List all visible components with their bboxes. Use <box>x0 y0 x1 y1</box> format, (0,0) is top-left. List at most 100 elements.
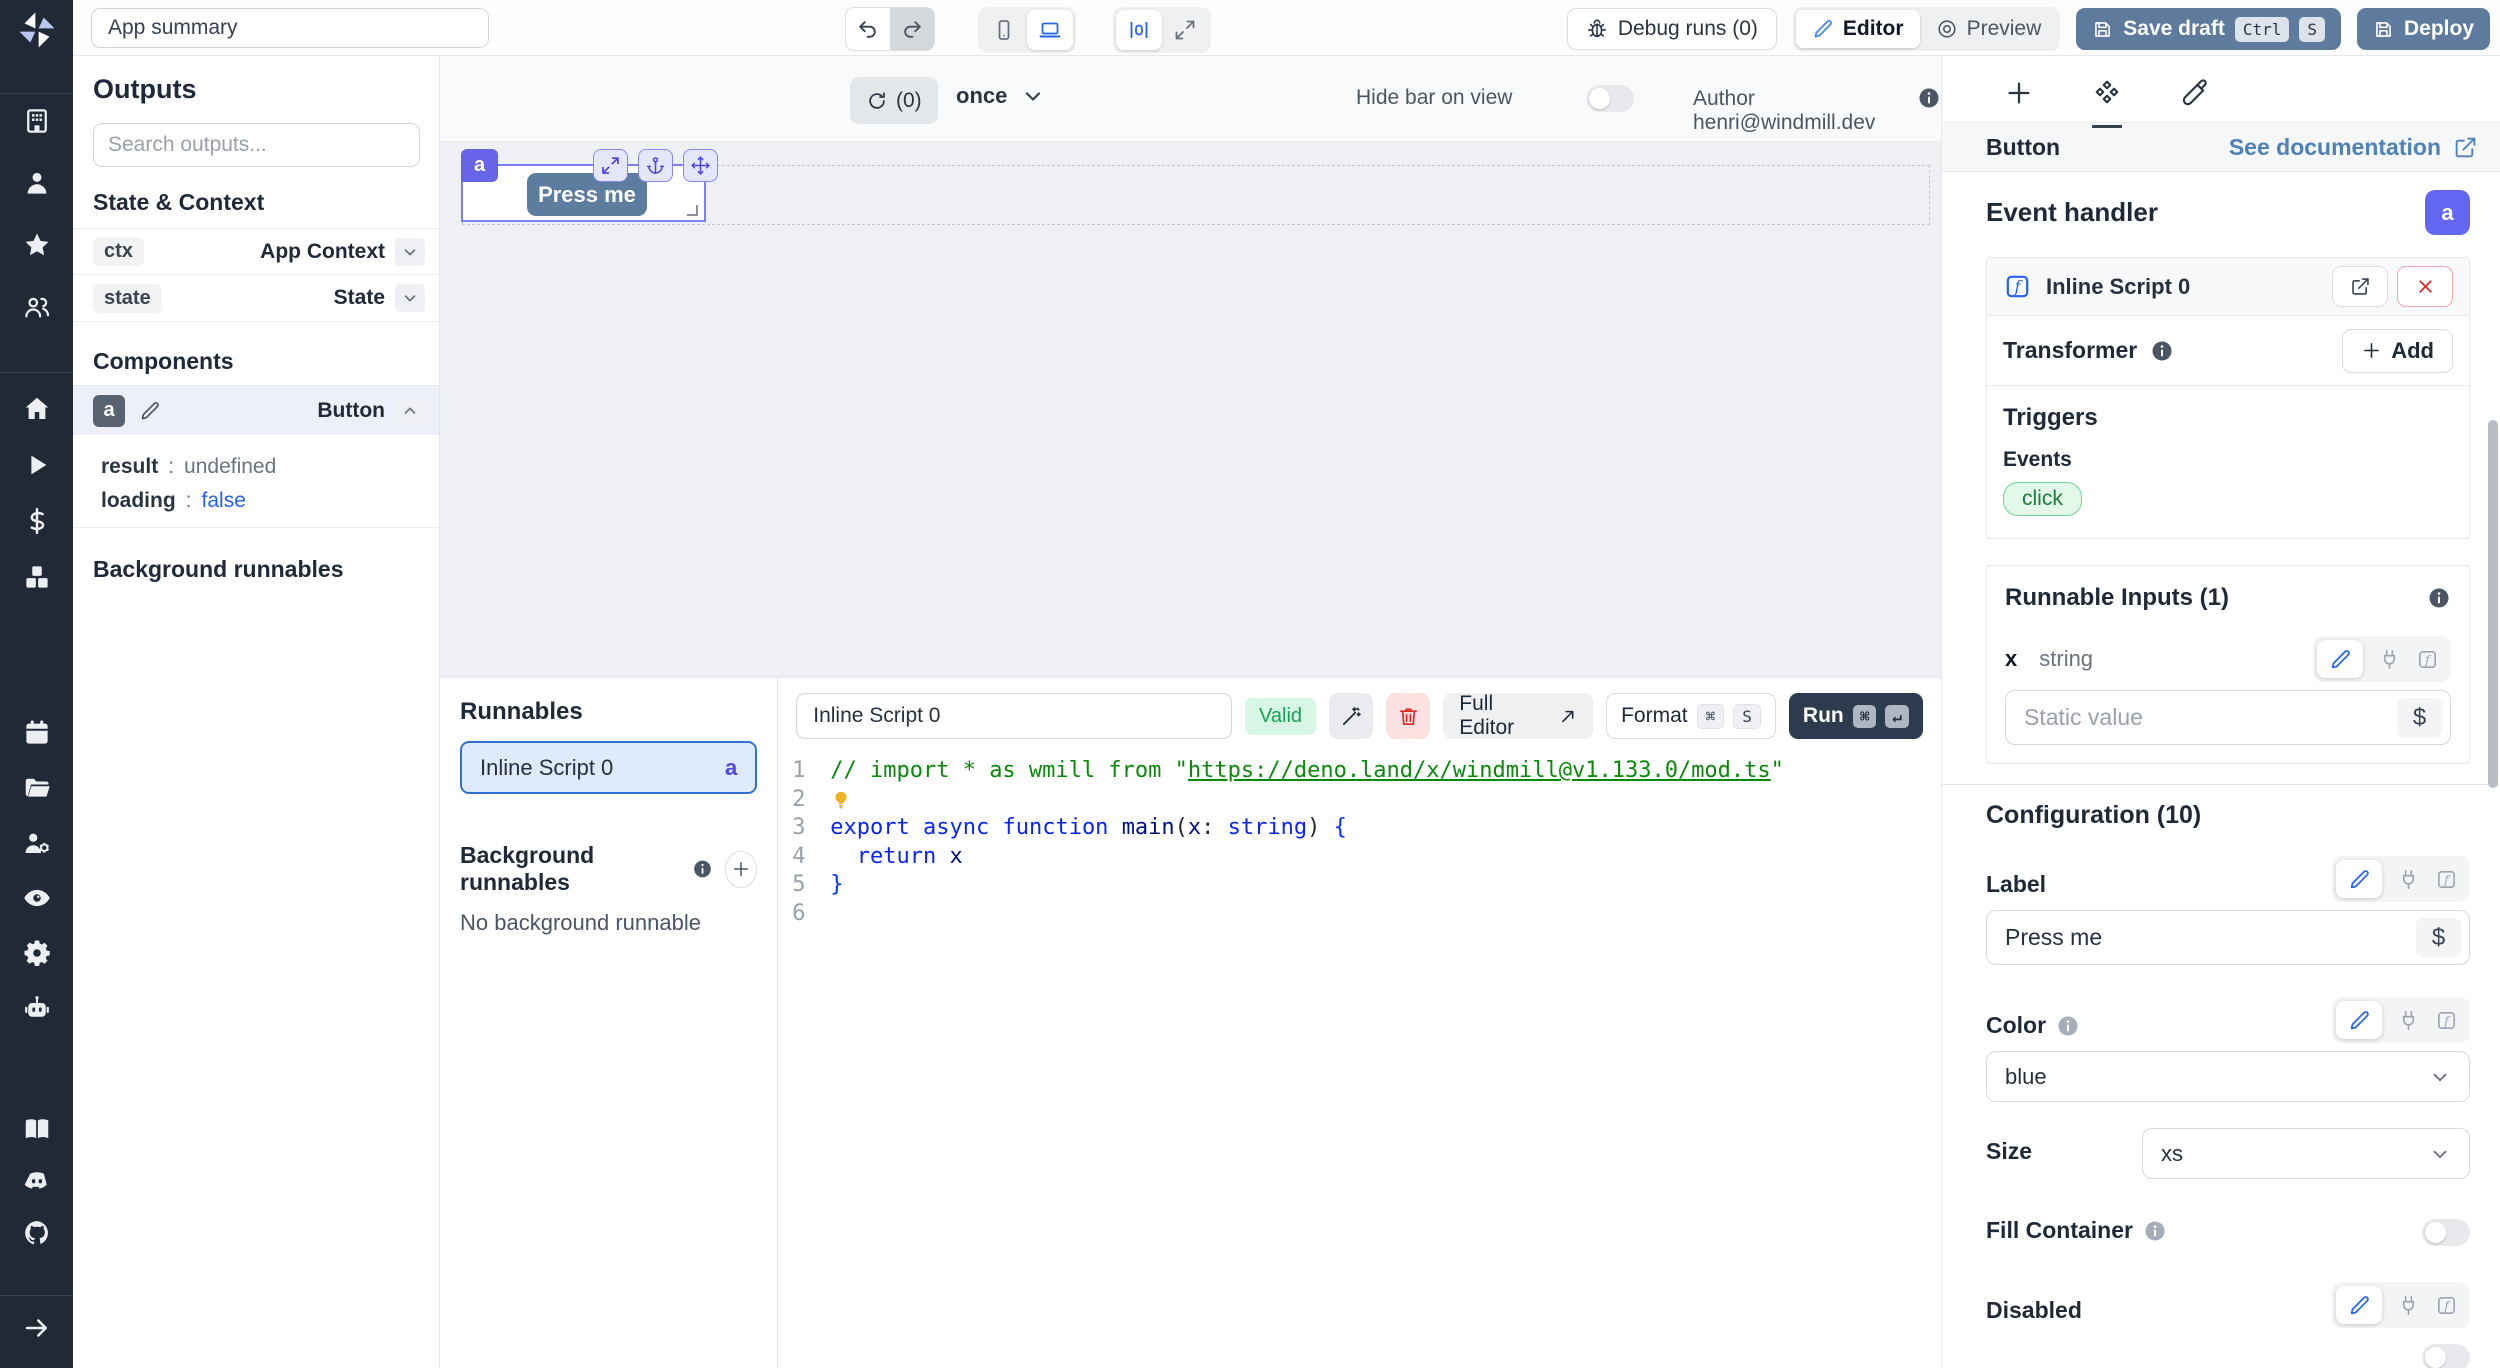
editor-preview-toggle: Editor Preview <box>1793 7 2060 51</box>
add-transformer-button[interactable]: Add <box>2342 329 2453 373</box>
fullscreen-button[interactable] <box>1162 10 1208 50</box>
app-summary-input[interactable] <box>91 8 489 48</box>
desktop-view-button[interactable] <box>1027 10 1073 50</box>
redo-button[interactable] <box>890 8 934 50</box>
format-button[interactable]: Format ⌘ S <box>1606 693 1776 739</box>
chevron-down-icon[interactable] <box>395 238 425 266</box>
tab-styling[interactable] <box>2180 78 2210 125</box>
info-icon[interactable] <box>692 857 713 881</box>
recompute-policy-dropdown[interactable]: once <box>956 83 1045 109</box>
connect-mode-button[interactable] <box>2397 1294 2420 1317</box>
center-align-button[interactable] <box>1116 10 1162 50</box>
discord-icon[interactable] <box>20 1164 54 1198</box>
refresh-button[interactable]: (0) <box>850 77 938 124</box>
expand-component-button[interactable] <box>593 149 628 182</box>
book-icon[interactable] <box>20 1112 54 1146</box>
color-config-group: Color f blue <box>1986 997 2470 1102</box>
remove-script-button[interactable] <box>2397 266 2453 307</box>
script-name-input[interactable] <box>796 693 1232 739</box>
app-canvas[interactable]: (0) once Hide bar on view Author henri@w… <box>440 56 1941 677</box>
template-dollar-button[interactable]: $ <box>2397 698 2442 737</box>
press-me-button[interactable]: Press me <box>527 173 647 216</box>
rename-component-icon[interactable] <box>139 400 161 422</box>
connect-mode-button[interactable] <box>2378 648 2401 671</box>
runnable-item-inline-script-0[interactable]: Inline Script 0 a <box>460 741 757 794</box>
add-background-runnable-button[interactable] <box>725 851 758 888</box>
home-icon[interactable] <box>20 392 54 426</box>
chevron-up-icon[interactable] <box>395 397 425 425</box>
mobile-view-button[interactable] <box>981 10 1027 50</box>
undo-button[interactable] <box>846 8 890 50</box>
windmill-logo-icon[interactable] <box>17 10 57 50</box>
see-documentation-link[interactable]: See documentation <box>2229 134 2478 161</box>
resize-handle[interactable] <box>687 205 698 216</box>
eye-icon[interactable] <box>20 881 54 915</box>
static-mode-button[interactable] <box>2317 640 2363 678</box>
tab-insert-component[interactable] <box>2004 78 2034 125</box>
folder-icon[interactable] <box>20 771 54 805</box>
disabled-toggle[interactable] <box>2422 1344 2470 1368</box>
code-editor[interactable]: 123456 // import * as wmill from "https:… <box>778 749 1941 928</box>
connect-mode-button[interactable] <box>2397 868 2420 891</box>
disabled-field-title: Disabled <box>1986 1297 2082 1328</box>
play-icon[interactable] <box>20 448 54 482</box>
template-dollar-button[interactable]: $ <box>2416 918 2461 957</box>
eval-mode-button[interactable]: f <box>2416 648 2439 671</box>
triggers-section: Triggers Events click <box>1987 386 2469 538</box>
calendar-icon[interactable] <box>20 716 54 750</box>
info-icon[interactable] <box>2143 1219 2167 1243</box>
fill-container-toggle[interactable] <box>2422 1219 2470 1246</box>
info-icon[interactable] <box>1917 86 1941 110</box>
pencil-icon <box>2348 868 2371 891</box>
user-group-icon[interactable] <box>20 290 54 324</box>
search-outputs-input[interactable] <box>93 123 420 167</box>
save-draft-button[interactable]: Save draft Ctrl S <box>2076 8 2341 50</box>
github-icon[interactable] <box>20 1216 54 1250</box>
run-button[interactable]: Run ⌘ ↵ <box>1789 693 1923 739</box>
label-value-input[interactable] <box>1986 910 2470 965</box>
full-editor-button[interactable]: Full Editor <box>1443 693 1593 739</box>
inline-script-row[interactable]: f Inline Script 0 <box>1987 258 2469 316</box>
component-row-a[interactable]: a Button <box>73 385 439 435</box>
open-script-button[interactable] <box>2332 266 2388 307</box>
boxes-icon[interactable] <box>20 560 54 594</box>
expand-icon <box>600 155 621 176</box>
robot-icon[interactable] <box>20 991 54 1025</box>
move-component-button[interactable] <box>683 149 718 182</box>
size-select[interactable]: xs <box>2142 1128 2470 1179</box>
star-icon[interactable] <box>20 228 54 262</box>
connect-mode-button[interactable] <box>2397 1009 2420 1032</box>
tab-component-settings[interactable] <box>2092 78 2122 128</box>
static-mode-button[interactable] <box>2336 1286 2382 1324</box>
output-row-state[interactable]: state State <box>73 275 439 322</box>
function-icon: f <box>2416 648 2439 671</box>
info-icon[interactable] <box>2150 339 2174 363</box>
gear-icon[interactable] <box>20 936 54 970</box>
anchor-component-button[interactable] <box>638 149 673 182</box>
scrollbar-thumb[interactable] <box>2488 420 2498 788</box>
editor-tab[interactable]: Editor <box>1796 10 1920 48</box>
eval-mode-button[interactable]: f <box>2435 1294 2458 1317</box>
color-select[interactable]: blue <box>1986 1051 2470 1102</box>
info-icon[interactable] <box>2056 1014 2080 1038</box>
debug-runs-button[interactable]: Debug runs (0) <box>1567 8 1777 50</box>
eval-mode-button[interactable]: f <box>2435 1009 2458 1032</box>
user-gear-icon[interactable] <box>20 826 54 860</box>
output-row-ctx[interactable]: ctx App Context <box>73 228 439 275</box>
arrow-right-icon[interactable] <box>20 1311 54 1345</box>
selected-button-component[interactable]: a Press me <box>461 164 706 222</box>
chevron-down-icon[interactable] <box>395 284 425 312</box>
delete-script-button[interactable] <box>1386 693 1430 739</box>
hide-bar-toggle[interactable] <box>1586 85 1634 112</box>
ai-wand-button[interactable] <box>1329 693 1373 739</box>
user-icon[interactable] <box>20 166 54 200</box>
static-value-input[interactable] <box>2005 690 2451 745</box>
eval-mode-button[interactable]: f <box>2435 868 2458 891</box>
deploy-button[interactable]: Deploy <box>2357 8 2490 50</box>
dollar-icon[interactable] <box>20 504 54 538</box>
preview-tab[interactable]: Preview <box>1920 10 2058 48</box>
building-icon[interactable] <box>20 104 54 138</box>
info-icon[interactable] <box>2427 586 2451 610</box>
static-mode-button[interactable] <box>2336 1001 2382 1039</box>
static-mode-button[interactable] <box>2336 860 2382 898</box>
